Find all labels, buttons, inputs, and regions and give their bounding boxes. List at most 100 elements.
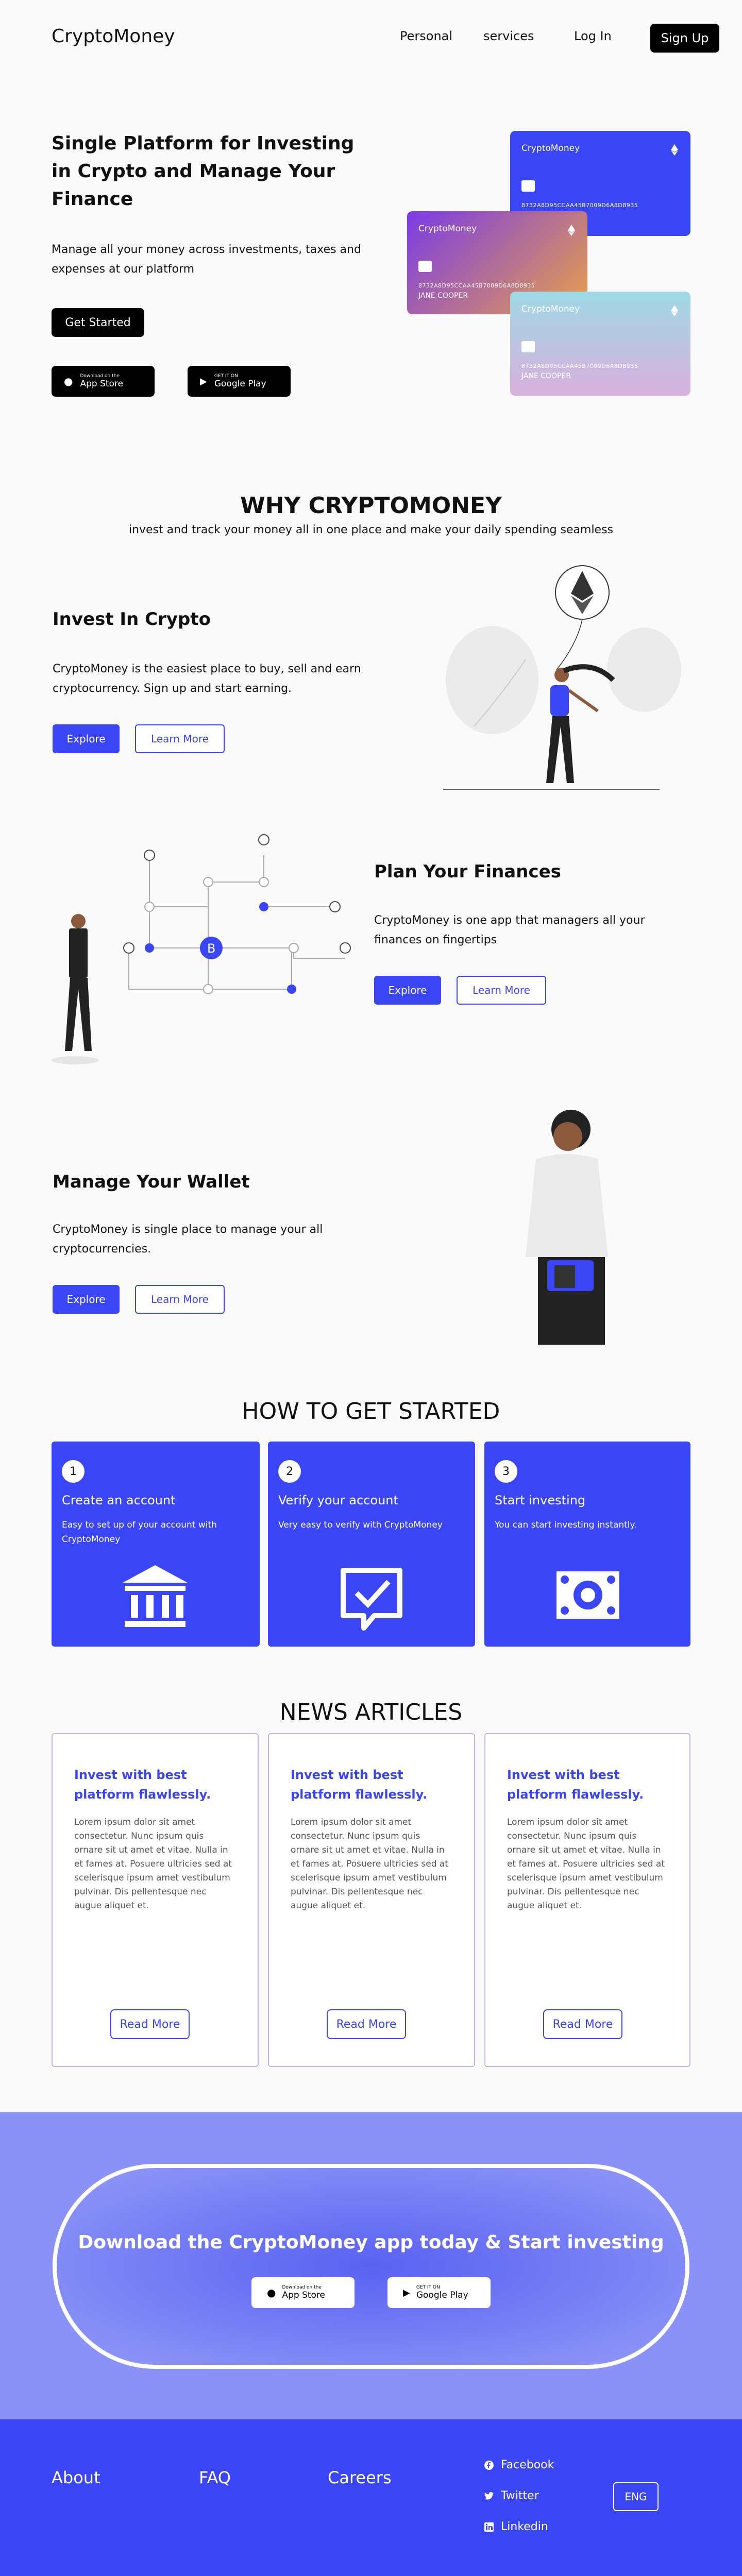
feature-text-plan: CryptoMoney is one app that managers all… — [374, 914, 645, 946]
card-brand: CryptoMoney — [521, 143, 580, 154]
play-big: Google Play — [416, 2290, 468, 2300]
nav-personal[interactable]: Personal — [400, 29, 452, 43]
read-more-button[interactable]: Read More — [543, 2009, 622, 2039]
get-started-button[interactable]: Get Started — [52, 308, 144, 337]
news-card-body: Lorem ipsum dolor sit amet consectetur. … — [74, 1817, 232, 1911]
feature-title-invest: Invest In Crypto — [53, 609, 211, 630]
learn-more-button-wallet[interactable]: Learn More — [135, 1285, 225, 1314]
step-desc: You can start investing instantly. — [495, 1520, 637, 1530]
footer-link-faq[interactable]: FAQ — [199, 2468, 231, 2487]
news-card: Invest with best platform flawlessly. Lo… — [52, 1733, 259, 2067]
money-bill-icon — [556, 1571, 619, 1619]
download-banner: Download the CryptoMoney app today & Sta… — [0, 2112, 742, 2419]
play-big: Google Play — [214, 379, 266, 389]
app-store-small: Download on the — [282, 2285, 322, 2290]
step-number: 1 — [62, 1460, 85, 1483]
app-store-big: App Store — [282, 2290, 326, 2300]
feature-title-plan: Plan Your Finances — [374, 861, 561, 882]
card-holder: JANE COOPER — [521, 372, 571, 380]
news-card-title[interactable]: Invest with best platform flawlessly. — [507, 1765, 672, 1804]
card-chip-icon — [418, 261, 432, 272]
step-number: 2 — [278, 1460, 301, 1483]
nav-login[interactable]: Log In — [574, 29, 612, 43]
apple-icon: ● — [267, 2286, 276, 2299]
nav-services[interactable]: services — [483, 29, 534, 43]
step-card-create: 1 Create an account Easy to set up of yo… — [52, 1442, 260, 1647]
download-title: Download the CryptoMoney app today & Sta… — [78, 2232, 664, 2253]
news-card-body: Lorem ipsum dolor sit amet consectetur. … — [291, 1817, 448, 1911]
step-number: 3 — [495, 1460, 517, 1483]
explore-button-wallet[interactable]: Explore — [53, 1285, 120, 1314]
ethereum-icon — [671, 144, 678, 158]
download-pill: Download the CryptoMoney app today & Sta… — [53, 2164, 689, 2369]
news-card-body: Lorem ipsum dolor sit amet consectetur. … — [507, 1817, 665, 1911]
signup-button[interactable]: Sign Up — [650, 24, 719, 53]
banner-google-play-button[interactable]: ▶ GET IT ON Google Play — [387, 2277, 491, 2308]
hero-title: Single Platform for Investing in Crypto … — [52, 133, 355, 210]
svg-text:B: B — [207, 941, 215, 956]
news-card-title[interactable]: Invest with best platform flawlessly. — [291, 1765, 456, 1804]
wallet-person-illustration — [526, 1110, 608, 1345]
learn-more-button-plan[interactable]: Learn More — [457, 976, 546, 1005]
language-selector[interactable]: ENG — [613, 2482, 659, 2511]
footer-link-careers[interactable]: Careers — [328, 2468, 392, 2487]
footer-linkedin-link[interactable]: Linkedin — [484, 2520, 548, 2533]
explore-button-invest[interactable]: Explore — [53, 724, 120, 753]
banner-app-store-button[interactable]: ● Download on the App Store — [251, 2277, 355, 2308]
steps-title: HOW TO GET STARTED — [242, 1398, 500, 1425]
play-small: GET IT ON — [214, 374, 238, 379]
feature-text-invest: CryptoMoney is the easiest place to buy,… — [53, 663, 361, 695]
footer-facebook-link[interactable]: Facebook — [484, 2459, 554, 2471]
card-brand: CryptoMoney — [521, 304, 580, 314]
news-title: NEWS ARTICLES — [279, 1699, 463, 1725]
why-title: WHY CRYPTOMONEY — [240, 493, 502, 519]
footer-link-about[interactable]: About — [52, 2468, 100, 2487]
app-store-small: Download on the — [80, 374, 120, 379]
hero-app-store-button[interactable]: ● Download on the App Store — [52, 366, 155, 397]
twitter-icon — [484, 2492, 494, 2501]
footer: About FAQ Careers Facebook Twitter Linke… — [0, 2419, 742, 2576]
bank-icon — [123, 1565, 188, 1627]
verify-message-icon — [341, 1568, 402, 1631]
card-number: 8732A8D95CCAA45B7009D6A8D8935 — [418, 282, 535, 289]
card-chip-icon — [521, 180, 535, 192]
hero-google-play-button[interactable]: ▶ GET IT ON Google Play — [188, 366, 291, 397]
play-icon: ▶ — [200, 376, 207, 387]
facebook-icon — [484, 2460, 494, 2470]
feature-text-wallet: CryptoMoney is single place to manage yo… — [53, 1223, 323, 1256]
facebook-label: Facebook — [501, 2459, 554, 2471]
step-title: Start investing — [495, 1493, 586, 1507]
feature-title-wallet: Manage Your Wallet — [53, 1172, 250, 1192]
read-more-button[interactable]: Read More — [327, 2009, 406, 2039]
card-brand: CryptoMoney — [418, 224, 477, 234]
play-small: GET IT ON — [416, 2285, 440, 2290]
step-card-invest: 3 Start investing You can start investin… — [484, 1442, 690, 1647]
card-number: 8732A8D95CCAA45B7009D6A8D8935 — [521, 363, 638, 369]
footer-twitter-link[interactable]: Twitter — [484, 2489, 539, 2502]
credit-card-pastel: CryptoMoney 8732A8D95CCAA45B7009D6A8D893… — [510, 292, 690, 396]
twitter-label: Twitter — [501, 2489, 539, 2502]
balloon-woman-illustration — [443, 565, 681, 790]
ethereum-icon — [671, 305, 678, 318]
app-store-big: App Store — [80, 379, 124, 389]
learn-more-button-invest[interactable]: Learn More — [135, 724, 225, 753]
why-subtitle: invest and track your money all in one p… — [128, 523, 614, 536]
linkedin-icon — [484, 2522, 494, 2532]
news-card: Invest with best platform flawlessly. Lo… — [268, 1733, 475, 2067]
ethereum-icon — [568, 225, 575, 238]
step-card-verify: 2 Verify your account Very easy to verif… — [268, 1442, 475, 1647]
apple-icon: ● — [64, 375, 73, 387]
logo[interactable]: CryptoMoney — [52, 26, 175, 47]
explore-button-plan[interactable]: Explore — [374, 976, 441, 1005]
network-man-illustration: B — [52, 834, 351, 1064]
play-icon: ▶ — [403, 2287, 410, 2298]
card-chip-icon — [521, 341, 535, 352]
hero-subtitle: Manage all your money across investments… — [52, 243, 361, 276]
step-desc: Easy to set up of your account with Cryp… — [62, 1520, 217, 1545]
step-title: Verify your account — [278, 1493, 398, 1507]
read-more-button[interactable]: Read More — [110, 2009, 190, 2039]
news-card: Invest with best platform flawlessly. Lo… — [484, 1733, 690, 2067]
step-title: Create an account — [62, 1493, 176, 1507]
linkedin-label: Linkedin — [501, 2520, 548, 2533]
news-card-title[interactable]: Invest with best platform flawlessly. — [74, 1765, 239, 1804]
